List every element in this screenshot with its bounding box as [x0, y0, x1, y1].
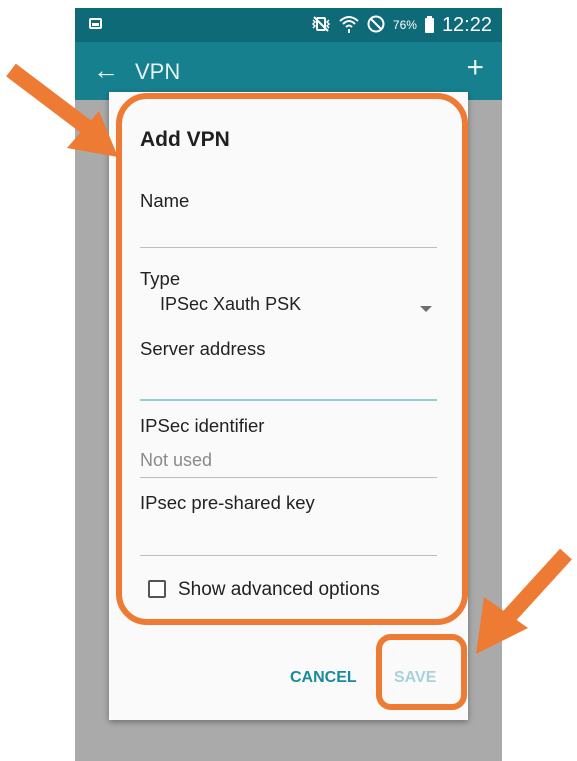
mute-vibrate-icon — [311, 15, 331, 35]
dialog-title: Add VPN — [140, 128, 230, 151]
name-label: Name — [140, 190, 190, 211]
add-vpn-dialog: Add VPN Name Type IPSec Xauth PSK Server… — [109, 92, 468, 720]
screenshot-icon — [89, 18, 102, 29]
name-input[interactable] — [140, 218, 437, 244]
ipsec-psk-input[interactable] — [140, 524, 437, 550]
ipsec-psk-underline — [140, 555, 437, 556]
battery-percent: 76% — [392, 18, 417, 32]
show-advanced-checkbox[interactable] — [148, 580, 166, 598]
server-address-underline — [140, 399, 437, 401]
type-select[interactable]: IPSec Xauth PSK — [160, 294, 301, 315]
plus-icon[interactable]: + — [466, 52, 484, 84]
ipsec-psk-label: IPsec pre-shared key — [140, 492, 315, 513]
ipsec-identifier-input[interactable]: Not used — [140, 450, 212, 471]
dropdown-arrow-icon[interactable] — [420, 306, 432, 312]
page-title: VPN — [135, 59, 181, 84]
name-underline — [140, 247, 437, 248]
ipsec-identifier-label: IPSec identifier — [140, 415, 265, 436]
save-button[interactable]: SAVE — [394, 669, 436, 687]
battery-icon — [424, 15, 434, 33]
phone-screen: 76% 12:22 ← VPN + Add VPN Name Type IPSe… — [75, 8, 502, 761]
show-advanced-label[interactable]: Show advanced options — [178, 579, 380, 601]
block-icon — [367, 15, 385, 36]
server-address-input[interactable] — [140, 370, 437, 396]
server-address-label: Server address — [140, 338, 266, 359]
cancel-button[interactable]: CANCEL — [290, 669, 357, 687]
ipsec-identifier-underline — [140, 477, 437, 478]
arrow-left-icon[interactable]: ← — [93, 56, 119, 84]
type-label: Type — [140, 268, 181, 289]
status-bar: 76% 12:22 — [75, 8, 502, 42]
clock: 12:22 — [441, 13, 492, 36]
status-icons: 76% 12:22 — [311, 13, 492, 37]
wifi-icon — [339, 15, 359, 36]
